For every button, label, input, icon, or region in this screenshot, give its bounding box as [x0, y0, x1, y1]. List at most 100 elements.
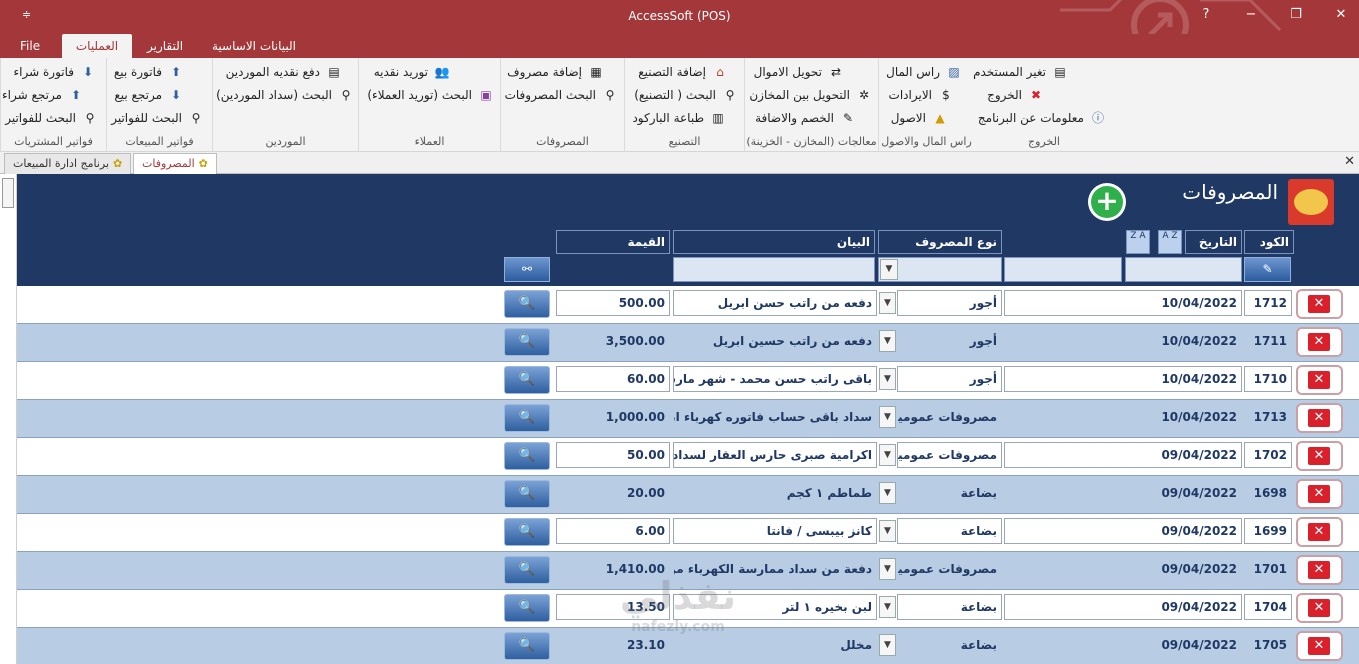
- minimize-button[interactable]: −: [1241, 7, 1261, 22]
- filter-date-input[interactable]: [1125, 257, 1242, 282]
- help-button[interactable]: ?: [1196, 7, 1216, 22]
- supplier-payment-search-button[interactable]: ⚲البحث (سداد الموردين): [216, 85, 354, 105]
- tab-basic-data[interactable]: البيانات الاساسية: [206, 34, 302, 58]
- cell-code[interactable]: 1699: [1244, 518, 1292, 544]
- restore-button[interactable]: ❐: [1286, 7, 1306, 22]
- delete-row-button[interactable]: ✕: [1296, 327, 1343, 357]
- cell-expense-type[interactable]: مصروفات عمومية: [897, 404, 1002, 430]
- add-expense-record-button[interactable]: +: [1088, 183, 1126, 221]
- cell-description[interactable]: سداد باقى حساب فاتوره كهرباء ابريل: [673, 404, 877, 430]
- chevron-down-icon[interactable]: ▼: [879, 406, 896, 428]
- money-transfer-button[interactable]: ⇄تحويل الاموال: [754, 62, 844, 82]
- chevron-down-icon[interactable]: ▼: [879, 558, 896, 580]
- chevron-down-icon[interactable]: ▼: [879, 596, 896, 618]
- filter-clear-button[interactable]: ✎: [1244, 257, 1291, 282]
- cell-value[interactable]: 6.00: [556, 518, 670, 544]
- cell-expense-type[interactable]: أجور: [897, 328, 1002, 354]
- capital-button[interactable]: ▨راس المال: [886, 62, 962, 82]
- cell-expense-type[interactable]: بضاعة: [897, 594, 1002, 620]
- cell-description[interactable]: اكرامية صبرى حارس العقار لسداد مماره: [673, 442, 877, 468]
- sales-invoice-search-button[interactable]: ⚲البحث للفواتير: [111, 108, 204, 128]
- row-search-button[interactable]: 🔍: [504, 328, 550, 356]
- cell-description[interactable]: دفعه من راتب حسين ابريل: [673, 328, 877, 354]
- cell-code[interactable]: 1711: [1244, 328, 1292, 354]
- cell-value[interactable]: 1,000.00: [556, 404, 670, 430]
- revenues-button[interactable]: $الايرادات: [889, 85, 954, 105]
- cell-expense-type[interactable]: مصروفات عمومية: [897, 442, 1002, 468]
- cell-date[interactable]: 10/04/2022: [1004, 366, 1242, 392]
- cell-code[interactable]: 1698: [1244, 480, 1292, 506]
- filter-type-input[interactable]: [1004, 257, 1122, 282]
- filter-expense-type-select[interactable]: ▼: [878, 257, 1002, 282]
- cell-value[interactable]: 50.00: [556, 442, 670, 468]
- delete-row-button[interactable]: ✕: [1296, 517, 1343, 547]
- delete-row-button[interactable]: ✕: [1296, 593, 1343, 623]
- delete-row-button[interactable]: ✕: [1296, 555, 1343, 585]
- sales-invoice-button[interactable]: ⬆فاتورة بيع: [114, 62, 184, 82]
- cell-date[interactable]: 10/04/2022: [1004, 328, 1242, 354]
- cell-value[interactable]: 20.00: [556, 480, 670, 506]
- cell-code[interactable]: 1704: [1244, 594, 1292, 620]
- about-button[interactable]: ⓘمعلومات عن البرنامج: [978, 108, 1106, 128]
- close-window-button[interactable]: ✕: [1331, 7, 1351, 22]
- cell-expense-type[interactable]: مصروفات عمومية: [897, 556, 1002, 582]
- cell-code[interactable]: 1701: [1244, 556, 1292, 582]
- cell-description[interactable]: كانز بيبسى / فانتا: [673, 518, 877, 544]
- chevron-down-icon[interactable]: ▼: [879, 520, 896, 542]
- cell-date[interactable]: 09/04/2022: [1004, 556, 1242, 582]
- cell-date[interactable]: 10/04/2022: [1004, 290, 1242, 316]
- cell-date[interactable]: 09/04/2022: [1004, 480, 1242, 506]
- cell-description[interactable]: دفعه من راتب حسن ابريل: [673, 290, 877, 316]
- cell-expense-type[interactable]: بضاعة: [897, 632, 1002, 658]
- cell-code[interactable]: 1712: [1244, 290, 1292, 316]
- delete-row-button[interactable]: ✕: [1296, 441, 1343, 471]
- cell-code[interactable]: 1702: [1244, 442, 1292, 468]
- delete-row-button[interactable]: ✕: [1296, 365, 1343, 395]
- row-search-button[interactable]: 🔍: [504, 290, 550, 318]
- cell-expense-type[interactable]: أجور: [897, 290, 1002, 316]
- close-tab-icon[interactable]: ✕: [1344, 154, 1355, 169]
- exit-button[interactable]: ✖الخروج: [987, 85, 1044, 105]
- row-search-button[interactable]: 🔍: [504, 442, 550, 470]
- purchase-return-button[interactable]: ⬆مرتجع شراء: [2, 85, 84, 105]
- cell-description[interactable]: باقى راتب حسن محمد - شهر مارس ٢٢: [673, 366, 877, 392]
- warehouse-transfer-button[interactable]: ✲التحويل بين المخازن: [749, 85, 872, 105]
- add-manufacturing-button[interactable]: ⌂إضافة التصنيع: [638, 62, 728, 82]
- cell-date[interactable]: 09/04/2022: [1004, 442, 1242, 468]
- cell-date[interactable]: 09/04/2022: [1004, 518, 1242, 544]
- purchase-invoice-search-button[interactable]: ⚲البحث للفواتير: [5, 108, 98, 128]
- chevron-down-icon[interactable]: ▼: [879, 292, 896, 314]
- chevron-down-icon[interactable]: ▼: [879, 482, 896, 504]
- cell-value[interactable]: 60.00: [556, 366, 670, 392]
- cell-expense-type[interactable]: بضاعة: [897, 518, 1002, 544]
- cell-expense-type[interactable]: أجور: [897, 366, 1002, 392]
- cell-code[interactable]: 1713: [1244, 404, 1292, 430]
- supplier-payment-button[interactable]: ▤دفع نقديه الموردين: [226, 62, 342, 82]
- cell-date[interactable]: 09/04/2022: [1004, 632, 1242, 658]
- sort-ascending-button[interactable]: A Z: [1158, 230, 1182, 254]
- cell-date[interactable]: 09/04/2022: [1004, 594, 1242, 620]
- row-search-button[interactable]: 🔍: [504, 480, 550, 508]
- row-search-button[interactable]: 🔍: [504, 632, 550, 660]
- manufacturing-search-button[interactable]: ⚲البحث ( التصنيع): [634, 85, 738, 105]
- scrollbar[interactable]: [2, 178, 14, 208]
- delete-row-button[interactable]: ✕: [1296, 403, 1343, 433]
- expense-search-button[interactable]: ⚲البحث المصروفات: [505, 85, 618, 105]
- tab-file[interactable]: File: [14, 34, 46, 58]
- add-expense-button[interactable]: ▦إضافة مصروف: [507, 62, 604, 82]
- tab-operations[interactable]: العمليات: [62, 34, 132, 58]
- tab-sales-program[interactable]: ✿برنامج ادارة المبيعات: [4, 153, 132, 174]
- chevron-down-icon[interactable]: ▼: [879, 330, 896, 352]
- row-search-button[interactable]: 🔍: [504, 366, 550, 394]
- cell-value[interactable]: 500.00: [556, 290, 670, 316]
- cell-description[interactable]: طماطم ١ كجم: [673, 480, 877, 506]
- row-search-button[interactable]: 🔍: [504, 404, 550, 432]
- assets-button[interactable]: ▲الاصول: [891, 108, 948, 128]
- discount-addition-button[interactable]: ✎الخصم والاضافة: [755, 108, 856, 128]
- row-search-button[interactable]: 🔍: [504, 594, 550, 622]
- filter-search-button[interactable]: ⚯: [504, 257, 550, 282]
- chevron-down-icon[interactable]: ▼: [879, 368, 896, 390]
- sales-return-button[interactable]: ⬇مرتجع بيع: [114, 85, 184, 105]
- filter-description-input[interactable]: [673, 257, 875, 282]
- print-barcode-button[interactable]: ▥طباعة الباركود: [632, 108, 726, 128]
